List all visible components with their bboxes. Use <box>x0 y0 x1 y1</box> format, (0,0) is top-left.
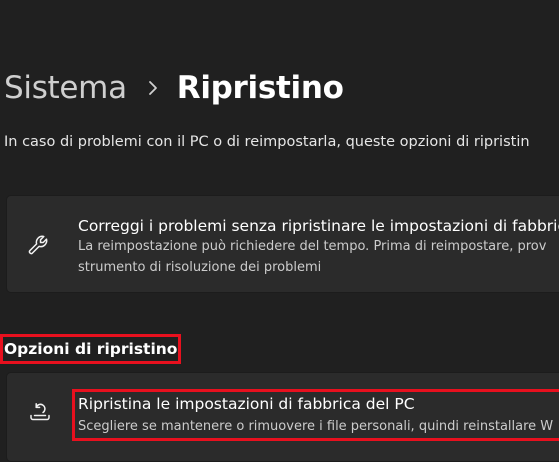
breadcrumb-parent[interactable]: Sistema <box>4 70 127 106</box>
reset-pc-card[interactable]: Ripristina le impostazioni di fabbrica d… <box>6 372 559 462</box>
troubleshoot-description: La reimpostazione può richiedere del tem… <box>78 236 546 278</box>
reset-pc-title: Ripristina le impostazioni di fabbrica d… <box>78 395 415 413</box>
troubleshoot-card[interactable]: Correggi i problemi senza ripristinare l… <box>6 195 559 293</box>
wrench-icon <box>28 235 48 255</box>
reset-pc-description: Scegliere se mantenere o rimuovere i fil… <box>78 419 554 434</box>
page-description: In caso di problemi con il PC o di reimp… <box>4 134 530 150</box>
recovery-options-header: Opzioni di ripristino <box>4 340 178 358</box>
troubleshoot-description-line-2: strumento di risoluzione dei problemi <box>78 260 322 275</box>
chevron-right-icon <box>148 81 157 95</box>
reset-pc-icon <box>30 403 50 421</box>
breadcrumb: Sistema Ripristino <box>4 62 344 114</box>
troubleshoot-description-line-1: La reimpostazione può richiedere del tem… <box>78 239 547 254</box>
page-title: Ripristino <box>176 70 344 106</box>
troubleshoot-title: Correggi i problemi senza ripristinare l… <box>78 217 559 235</box>
